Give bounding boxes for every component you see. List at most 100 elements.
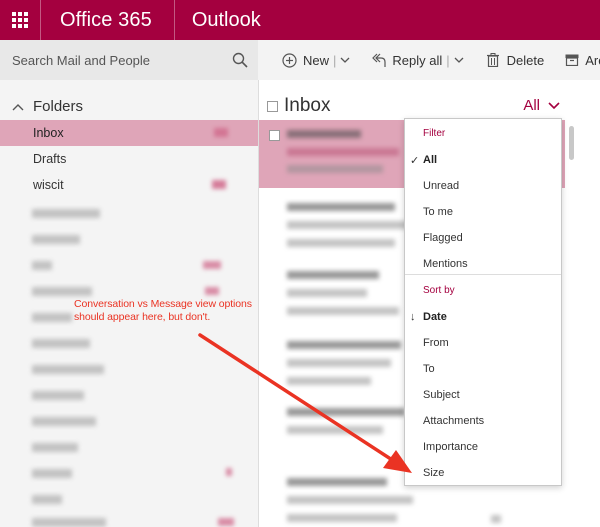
chevron-down-icon	[340, 57, 350, 63]
reply-options-button[interactable]	[454, 57, 464, 64]
toolbar-divider: |	[333, 52, 337, 68]
annotation-note: Conversation vs Message view options sho…	[74, 298, 252, 324]
message-subject-obscured	[287, 221, 413, 229]
reply-all-button-label: Reply all	[392, 52, 443, 68]
sort-option-importance[interactable]: Importance	[423, 441, 478, 453]
new-button[interactable]: New	[282, 40, 329, 80]
top-bar: Office 365 Outlook	[0, 0, 600, 40]
folder-item-obscured[interactable]	[32, 391, 84, 400]
message-sender-obscured	[287, 341, 401, 349]
sort-option-date[interactable]: Date	[423, 311, 447, 323]
message-preview-obscured	[287, 307, 399, 315]
sort-option-attachments[interactable]: Attachments	[423, 415, 484, 427]
chevron-down-icon	[454, 57, 464, 63]
command-toolbar: New | Reply all | Delete Arch	[258, 40, 600, 80]
new-button-label: New	[303, 52, 330, 68]
message-sender-obscured	[287, 130, 361, 138]
app-name-link[interactable]: Outlook	[175, 9, 261, 32]
delete-button[interactable]: Delete	[486, 40, 545, 80]
message-preview-obscured	[287, 239, 395, 247]
new-options-button[interactable]	[340, 57, 350, 64]
folders-toggle[interactable]: Folders	[12, 98, 83, 115]
filter-button-label: All	[523, 97, 540, 114]
unread-count-badge	[226, 468, 232, 476]
sort-option-subject[interactable]: Subject	[423, 389, 460, 401]
filter-option-flagged[interactable]: Flagged	[423, 232, 463, 244]
message-sender-obscured	[287, 408, 405, 416]
delete-button-label: Delete	[506, 52, 545, 68]
select-all-checkbox[interactable]	[267, 100, 278, 112]
toolbar-divider: |	[446, 52, 450, 68]
folder-inbox[interactable]: Inbox	[0, 120, 258, 146]
message-preview-obscured	[287, 165, 383, 173]
message-date-obscured	[491, 515, 501, 523]
message-preview-obscured	[287, 514, 397, 522]
search-box	[0, 40, 258, 80]
waffle-icon	[12, 12, 28, 28]
folder-item-obscured[interactable]	[32, 339, 90, 348]
folder-wiscit[interactable]: wiscit	[0, 172, 258, 198]
folder-item-obscured[interactable]	[32, 261, 52, 270]
archive-button[interactable]: Arch	[565, 40, 600, 80]
sort-option-from[interactable]: From	[423, 337, 449, 349]
message-checkbox[interactable]	[269, 130, 280, 141]
folder-item-obscured[interactable]	[32, 518, 106, 527]
plus-circle-icon	[282, 52, 297, 68]
message-sender-obscured	[287, 271, 379, 279]
reply-all-button[interactable]: Reply all	[372, 40, 442, 80]
chevron-down-icon	[548, 101, 560, 109]
search-icon[interactable]	[232, 52, 248, 68]
folder-label: Drafts	[33, 152, 67, 166]
search-input[interactable]	[12, 52, 212, 68]
folder-item-obscured[interactable]	[32, 469, 72, 478]
filter-option-mentions[interactable]: Mentions	[423, 258, 468, 270]
message-subject-obscured	[287, 148, 399, 156]
list-header: Inbox	[267, 95, 330, 117]
chevron-up-icon	[12, 103, 24, 110]
app-launcher-button[interactable]	[0, 0, 40, 40]
trash-icon	[486, 53, 499, 67]
folder-item-obscured[interactable]	[32, 495, 62, 504]
sort-option-to[interactable]: To	[423, 363, 435, 375]
unread-count-badge	[212, 180, 226, 189]
archive-icon	[565, 54, 579, 66]
filter-sort-menu: Filter ✓ All Unread To me Flagged Mentio…	[404, 118, 562, 486]
reply-all-icon	[372, 53, 387, 68]
folder-item-obscured[interactable]	[32, 209, 100, 218]
folder-item-obscured[interactable]	[32, 365, 104, 374]
menu-divider	[405, 274, 561, 275]
unread-count-badge	[203, 261, 221, 269]
unread-count-badge	[205, 287, 219, 295]
folder-drafts[interactable]: Drafts	[0, 146, 258, 172]
filter-option-to-me[interactable]: To me	[423, 206, 453, 218]
message-preview-obscured	[287, 377, 371, 385]
sort-option-size[interactable]: Size	[423, 467, 444, 479]
filter-dropdown-button[interactable]: All	[523, 97, 560, 114]
folder-label: Inbox	[33, 126, 64, 140]
folder-item-obscured[interactable]	[32, 287, 92, 296]
filter-option-all[interactable]: All	[423, 154, 437, 166]
list-scrollbar[interactable]	[569, 126, 574, 160]
unread-count-badge	[214, 128, 228, 137]
folder-item-obscured[interactable]	[32, 417, 96, 426]
message-sender-obscured	[287, 478, 387, 486]
unread-count-badge	[218, 518, 234, 526]
folders-label: Folders	[33, 98, 84, 115]
filter-option-unread[interactable]: Unread	[423, 180, 459, 192]
message-sender-obscured	[287, 203, 395, 211]
folder-item-obscured[interactable]	[32, 443, 78, 452]
brand-link[interactable]: Office 365	[41, 9, 174, 32]
message-subject-obscured	[287, 496, 413, 504]
arrow-down-icon[interactable]: ↓	[410, 311, 416, 323]
folder-label: wiscit	[33, 178, 64, 192]
filter-section-header: Filter	[423, 128, 446, 139]
sort-section-header: Sort by	[423, 285, 455, 296]
archive-button-label: Arch	[585, 52, 600, 68]
list-title: Inbox	[284, 95, 331, 116]
message-subject-obscured	[287, 426, 383, 434]
folder-item-obscured[interactable]	[32, 235, 80, 244]
message-subject-obscured	[287, 359, 391, 367]
checkmark-icon: ✓	[410, 155, 420, 167]
folder-item-obscured[interactable]	[32, 313, 72, 322]
message-subject-obscured	[287, 289, 367, 297]
